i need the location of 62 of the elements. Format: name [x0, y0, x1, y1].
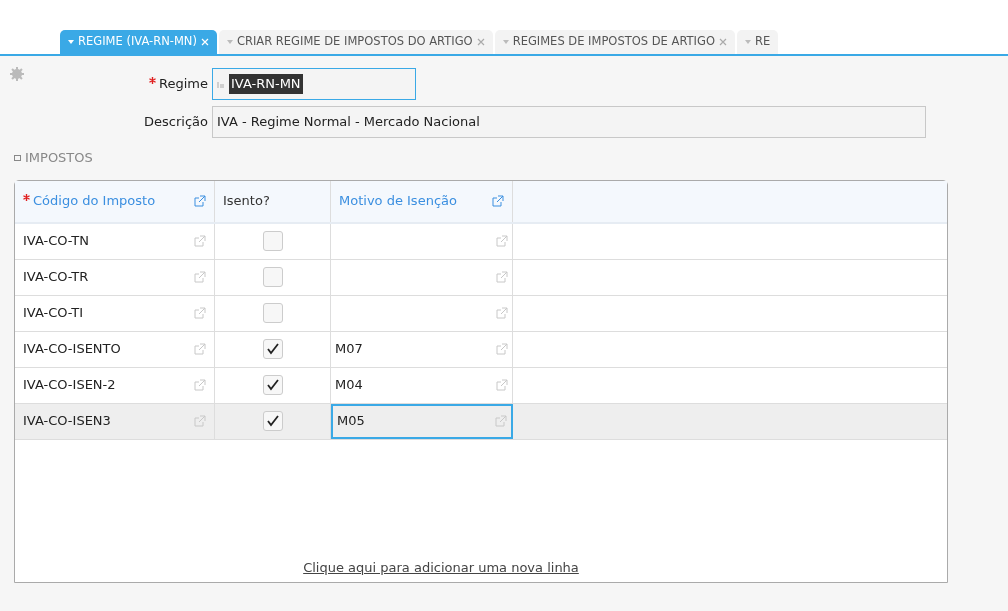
table-cell-text: IVA-CO-ISENTO [23, 340, 121, 359]
check-icon [266, 379, 279, 391]
tab-label: CRIAR REGIME DE IMPOSTOS DO ARTIGO [236, 33, 473, 51]
text-field[interactable]: IVA-RN-MN [212, 68, 416, 100]
check-icon [266, 415, 279, 427]
checkbox[interactable] [262, 339, 283, 359]
tab[interactable]: RE [736, 30, 779, 54]
section-title: IMPOSTOS [25, 149, 93, 167]
open-link-icon[interactable] [194, 195, 206, 207]
table-row[interactable]: IVA-CO-TI [15, 295, 947, 332]
open-link-icon[interactable] [496, 343, 508, 355]
open-link-icon[interactable] [496, 271, 508, 283]
table-row[interactable]: IVA-CO-ISEN-2 M04 [15, 367, 947, 404]
table-cell-text: IVA-CO-ISEN-2 [23, 376, 116, 395]
check-icon [266, 343, 279, 355]
open-link-icon[interactable] [194, 307, 206, 319]
checkbox[interactable] [262, 303, 283, 323]
table-cell-text: M05 [337, 412, 365, 431]
open-link-icon[interactable] [194, 235, 206, 247]
tab[interactable]: CRIAR REGIME DE IMPOSTOS DO ARTIGO [218, 30, 493, 54]
close-icon[interactable] [718, 38, 727, 46]
table-cell-text: M07 [335, 340, 363, 359]
text-field[interactable]: IVA - Regime Normal - Mercado Nacional [212, 106, 926, 138]
open-link-icon[interactable] [194, 343, 206, 355]
field-value: IVA-RN-MN [229, 74, 303, 94]
checkbox[interactable] [262, 375, 283, 395]
caret-icon [68, 40, 74, 44]
open-link-icon[interactable] [194, 379, 206, 391]
add-row-link[interactable]: Clique aqui para adicionar uma nova linha [303, 558, 579, 578]
table-row[interactable]: IVA-CO-TR [15, 259, 947, 296]
checkbox[interactable] [262, 267, 283, 287]
open-link-icon[interactable] [194, 415, 206, 427]
close-icon[interactable] [476, 38, 485, 46]
tab-label: REGIME (IVA-RN-MN) [78, 33, 197, 51]
table-cell-text: M04 [335, 376, 363, 395]
caret-icon [502, 40, 509, 44]
caret-icon [226, 40, 233, 44]
open-link-icon[interactable] [496, 307, 508, 319]
open-link-icon[interactable] [496, 379, 508, 391]
field-label: Descrição [144, 113, 208, 132]
tab-label: RE [754, 33, 771, 51]
checkbox[interactable] [262, 231, 283, 251]
open-link-icon[interactable] [492, 195, 504, 207]
table-cell-text: IVA-CO-TR [23, 268, 89, 287]
tab[interactable]: REGIMES DE IMPOSTOS DE ARTIGO [494, 30, 735, 54]
table-row[interactable]: IVA-CO-TN [15, 223, 947, 260]
caret-icon [744, 40, 751, 44]
settings-icon[interactable] [9, 66, 25, 82]
tab-label: REGIMES DE IMPOSTOS DE ARTIGO [512, 33, 715, 51]
table-cell-text: IVA-CO-ISEN3 [23, 412, 111, 431]
open-link-icon[interactable] [194, 271, 206, 283]
table-cell-text: IVA-CO-TI [23, 304, 84, 323]
table-cell-text: IVA-CO-TN [23, 232, 90, 251]
field-value: IVA - Regime Normal - Mercado Nacional [217, 113, 480, 132]
field-label: Regime [149, 74, 208, 94]
checkbox[interactable] [262, 411, 283, 431]
open-link-icon[interactable] [495, 415, 507, 427]
table-row[interactable]: IVA-CO-ISEN3 M05 [15, 403, 947, 440]
column-header[interactable]: Isento? [215, 180, 331, 222]
open-link-icon[interactable] [496, 235, 508, 247]
collapse-icon[interactable] [14, 154, 21, 161]
table-row[interactable]: IVA-CO-ISENTO M07 [15, 331, 947, 368]
